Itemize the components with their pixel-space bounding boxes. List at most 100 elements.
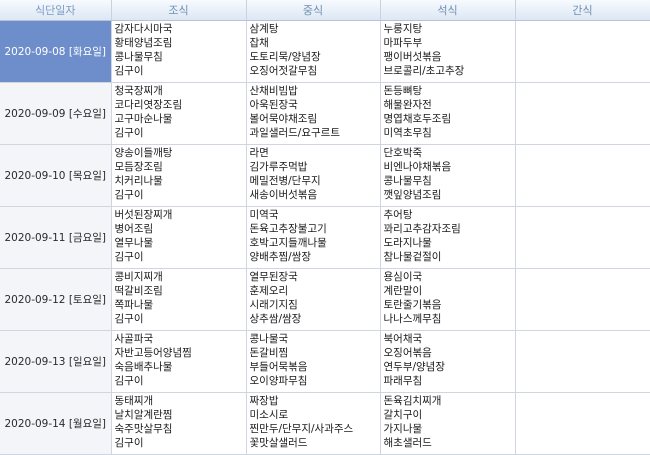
menu-item: 비엔나야채볶음 — [383, 161, 452, 173]
menu-item: 콩나물무침 — [114, 51, 163, 63]
menu-item: 콩비지찌개 — [114, 271, 163, 283]
menu-item: 새송이버섯볶음 — [249, 189, 318, 201]
menu-item: 김구이 — [114, 375, 144, 387]
menu-item: 돈등뼈탕 — [383, 85, 423, 97]
dinner-cell: 누룽지탕마파두부팽이버섯볶음브로콜리/초고추장 — [380, 20, 516, 83]
menu-item: 김구이 — [114, 127, 144, 139]
menu-item: 누룽지탕 — [383, 23, 423, 35]
menu-item: 호박고지들깨나물 — [249, 237, 327, 249]
snack-cell — [515, 206, 650, 269]
menu-item: 오징어볶음 — [383, 347, 432, 359]
menu-item: 볼어묵야채조림 — [249, 113, 318, 125]
menu-item: 고구마순나물 — [114, 113, 173, 125]
snack-cell — [515, 20, 650, 83]
menu-item: 모듬장조림 — [114, 161, 163, 173]
menu-item: 미소시로 — [249, 409, 289, 421]
menu-item: 연두부/양념장 — [383, 361, 446, 373]
menu-item: 해물완자전 — [383, 99, 432, 111]
table-row[interactable]: 2020-09-09 [수요일] 청국장찌개 코다리엿장조림 고구마순나물 김구이 산채비… — [0, 82, 650, 145]
snack-cell — [515, 330, 650, 393]
header-dinner[interactable]: 석식 — [380, 0, 516, 21]
dinner-cell: 돈육김치찌개 갈치구이 가지나물 해초샐러드 — [380, 392, 516, 455]
breakfast-cell: 버섯된장찌개 병어조림 열무나물 김구이 — [111, 206, 247, 269]
menu-item: 돈갈비찜 — [249, 347, 289, 359]
date-cell[interactable]: 2020-09-12 [토요일] — [0, 268, 112, 331]
menu-item: 꽈리고추감자조림 — [383, 223, 461, 235]
table-row[interactable]: 2020-09-08 [화요일] 감자다시마국 황태양념조림 콩나물무침 김구이 삼계탕 잡… — [0, 20, 650, 83]
menu-item: 양송이들깨탕 — [114, 147, 173, 159]
date-cell[interactable]: 2020-09-10 [목요일] — [0, 144, 112, 207]
table-row[interactable]: 2020-09-13 [일요일] 사골파국 자반고등어양념찜 숙음배추나물 김구이 콩나물… — [0, 330, 650, 393]
menu-item: 아욱된장국 — [249, 99, 298, 111]
snack-cell — [515, 144, 650, 207]
lunch-cell: 열무된장국 훈제오리 시래기지짐 상추쌈/쌈장 — [246, 268, 381, 331]
menu-item: 찐만두/단무지/사과주스 — [249, 423, 354, 435]
menu-item: 꽃맛살샐러드 — [249, 437, 308, 449]
menu-item: 짜장밥 — [249, 395, 279, 407]
menu-item: 청국장찌개 — [114, 85, 163, 97]
menu-item: 단호박죽 — [383, 147, 423, 159]
table-row[interactable]: 2020-09-14 [월요일] 동태찌개 날치알계란찜 숙주맛살무침 김구이 짜장밥 미소… — [0, 392, 650, 455]
dinner-cell: 용심이국 계란말이 토란줄기볶음 나나스께무침 — [380, 268, 516, 331]
menu-item: 숙음배추나물 — [114, 361, 173, 373]
lunch-cell: 짜장밥미소시로찐만두/단무지/사과주스꽃맛살샐러드 — [246, 392, 381, 455]
menu-item: 부들어묵볶음 — [249, 361, 308, 373]
header-date[interactable]: 식단일자 — [0, 0, 112, 21]
menu-item: 브로콜리/초고추장 — [383, 65, 465, 77]
menu-item: 도토리묵/양념장 — [249, 51, 321, 63]
header-lunch[interactable]: 중식 — [246, 0, 381, 21]
menu-item: 토란줄기볶음 — [383, 299, 442, 311]
menu-item: 메밀전병/단무지 — [249, 175, 321, 187]
menu-item: 파래무침 — [383, 375, 423, 387]
table-row[interactable]: 2020-09-11 [금요일] 버섯된장찌개 병어조림 열무나물 김구이 미역국 돈육고추… — [0, 206, 650, 269]
menu-item: 깻잎양념조림 — [383, 189, 442, 201]
date-cell[interactable]: 2020-09-11 [금요일] — [0, 206, 112, 269]
menu-item: 미역초무침 — [383, 127, 432, 139]
menu-item: 명엽채호두조림 — [383, 113, 452, 125]
menu-item: 나나스께무침 — [383, 313, 442, 325]
menu-item: 팽이버섯볶음 — [383, 51, 442, 63]
menu-item: 북어채국 — [383, 333, 423, 345]
date-cell[interactable]: 2020-09-08 [화요일] — [0, 20, 112, 83]
breakfast-cell: 청국장찌개 코다리엿장조림 고구마순나물 김구이 — [111, 82, 247, 145]
menu-item: 김구이 — [114, 189, 144, 201]
menu-item: 버섯된장찌개 — [114, 209, 173, 221]
menu-item: 숙주맛살무침 — [114, 423, 173, 435]
menu-item: 김구이 — [114, 251, 144, 263]
dinner-cell: 북어채국오징어볶음연두부/양념장파래무침 — [380, 330, 516, 393]
menu-item: 참나물겉절이 — [383, 251, 442, 263]
menu-item: 김구이 — [114, 313, 144, 325]
menu-item: 해초샐러드 — [383, 437, 432, 449]
menu-item: 미역국 — [249, 209, 279, 221]
breakfast-cell: 콩비지찌개 떡갈비조림 쪽파나물 김구이 — [111, 268, 247, 331]
snack-cell — [515, 82, 650, 145]
dinner-cell: 단호박죽비엔나야채볶음콩나물무침깻잎양념조림 — [380, 144, 516, 207]
dinner-cell: 돈등뼈탕해물완자전명엽채호두조림미역초무침 — [380, 82, 516, 145]
menu-item: 오징어젓갈무침 — [249, 65, 318, 77]
menu-item: 떡갈비조림 — [114, 285, 163, 297]
date-cell[interactable]: 2020-09-13 [일요일] — [0, 330, 112, 393]
table-row[interactable]: 2020-09-10 [목요일] 양송이들깨탕 모듬장조림 치커리나물 김구이 라면 김가루… — [0, 144, 650, 207]
menu-item: 돈육고추장불고기 — [249, 223, 327, 235]
menu-item: 콩나물무침 — [383, 175, 432, 187]
menu-item: 도라지나물 — [383, 237, 432, 249]
meal-schedule-table: 식단일자 조식 중식 석식 간식 2020-09-08 [화요일] 감자다시마국 황… — [0, 0, 650, 455]
date-cell[interactable]: 2020-09-09 [수요일] — [0, 82, 112, 145]
menu-item: 날치알계란찜 — [114, 409, 173, 421]
lunch-cell: 라면 김가루주먹밥 메밀전병/단무지 새송이버섯볶음 — [246, 144, 381, 207]
breakfast-cell: 양송이들깨탕 모듬장조림 치커리나물 김구이 — [111, 144, 247, 207]
header-row: 식단일자 조식 중식 석식 간식 — [0, 0, 650, 21]
menu-item: 병어조림 — [114, 223, 154, 235]
header-snack[interactable]: 간식 — [515, 0, 650, 21]
table-row[interactable]: 2020-09-12 [토요일] 콩비지찌개 떡갈비조림 쪽파나물 김구이 열무된장국 훈제… — [0, 268, 650, 331]
menu-item: 오이양파무침 — [249, 375, 308, 387]
date-cell[interactable]: 2020-09-14 [월요일] — [0, 392, 112, 455]
menu-item: 마파두부 — [383, 37, 423, 49]
header-breakfast[interactable]: 조식 — [111, 0, 247, 21]
menu-item: 동태찌개 — [114, 395, 154, 407]
lunch-cell: 삼계탕 잡채 도토리묵/양념장 오징어젓갈무침 — [246, 20, 381, 83]
breakfast-cell: 동태찌개 날치알계란찜 숙주맛살무침 김구이 — [111, 392, 247, 455]
menu-item: 돈육김치찌개 — [383, 395, 442, 407]
snack-cell — [515, 268, 650, 331]
menu-item: 김구이 — [114, 65, 144, 77]
